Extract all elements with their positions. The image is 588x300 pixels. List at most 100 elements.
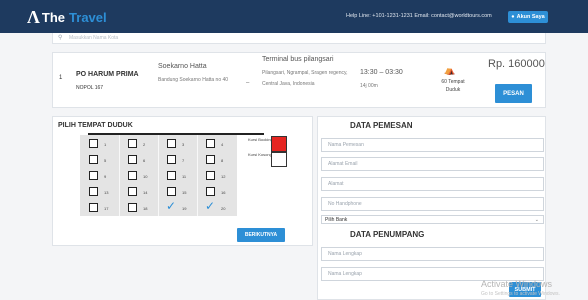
seat-number: 19 xyxy=(182,206,187,211)
seat-checkbox[interactable] xyxy=(89,139,98,148)
seat-20[interactable]: ✓ 20 xyxy=(205,199,231,217)
seat-number: 7 xyxy=(182,158,185,163)
contact-info: Help Line: +101-1231-1231 Email: contact… xyxy=(346,13,492,19)
orderer-name-field[interactable]: Nama Pemesan xyxy=(321,138,544,152)
bus-operator-name: PO HARUM PRIMA xyxy=(76,71,139,78)
legend-booked-label: Kursi Booking xyxy=(248,137,273,142)
passenger-name-field[interactable]: Nama Lengkap xyxy=(321,247,544,261)
seat-10[interactable]: 10 xyxy=(128,169,153,185)
seat-19[interactable]: ✓ 19 xyxy=(166,200,192,217)
seat-7[interactable]: 7 xyxy=(167,153,192,169)
seat-number: 9 xyxy=(104,174,107,179)
seat-1[interactable]: 1 xyxy=(89,137,114,153)
trip-index: 1 xyxy=(59,75,63,81)
seat-checkbox[interactable] xyxy=(89,171,98,180)
seat-4[interactable]: 4 xyxy=(206,137,231,153)
seat-13[interactable]: 13 xyxy=(89,185,114,201)
account-label: Akun Saya xyxy=(516,14,545,20)
address-placeholder: Alamat xyxy=(328,181,344,187)
seat-map: 1 2 3 4 5 6 7 8 9 10 11 12 13 14 15 16 17 18 ✓ 19 ✓ 20 xyxy=(80,135,237,216)
seat-checkbox[interactable] xyxy=(128,155,137,164)
activation-watermark-title: Activate Windows xyxy=(481,279,553,289)
seat-2[interactable]: 2 xyxy=(128,137,153,153)
seat-checkbox[interactable] xyxy=(89,155,98,164)
bank-select[interactable]: Pilih Bank ⌄ xyxy=(321,215,544,224)
route-separator: – xyxy=(246,80,250,86)
seat-number: 6 xyxy=(143,158,146,163)
phone-field[interactable]: No Handphone xyxy=(321,197,544,211)
seat-checkbox[interactable] xyxy=(167,139,176,148)
address-field[interactable]: Alamat xyxy=(321,177,544,191)
brand-prefix: The xyxy=(41,10,66,25)
book-button[interactable]: PESAN xyxy=(495,84,532,103)
seat-number: 20 xyxy=(221,206,226,211)
seat-selection-panel: PILIH TEMPAT DUDUK 1 2 3 4 5 6 7 8 9 10 11 12 13 14 15… xyxy=(52,116,313,246)
brand-logo[interactable]: Λ The Travel xyxy=(27,7,107,28)
top-navbar: Λ The Travel Help Line: +101-1231-1231 E… xyxy=(0,0,588,33)
seat-number: 1 xyxy=(104,142,107,147)
seat-checkbox[interactable] xyxy=(128,203,137,212)
seat-12[interactable]: 12 xyxy=(206,169,231,185)
seat-number: 17 xyxy=(104,206,109,211)
seat-checkbox[interactable] xyxy=(167,187,176,196)
account-button[interactable]: ● Akun Saya xyxy=(508,11,548,23)
seat-6[interactable]: 6 xyxy=(128,153,153,169)
seat-checkbox[interactable] xyxy=(89,187,98,196)
seat-number: 11 xyxy=(182,174,187,179)
seat-number: 4 xyxy=(221,142,224,147)
seat-number: 10 xyxy=(143,174,148,179)
search-bar[interactable]: ⚲ Masukkan Nama Kota xyxy=(52,33,546,44)
origin-name: Soekarno Hatta xyxy=(158,63,207,70)
seat-number: 5 xyxy=(104,158,107,163)
destination-name: Terminal bus pilangsari xyxy=(262,56,334,63)
column-divider xyxy=(197,135,198,216)
logo-mark-icon: Λ xyxy=(27,7,40,27)
trip-result-card: 1 PO HARUM PRIMA NOPOL 167 Soekarno Hatt… xyxy=(52,52,546,108)
seat-14[interactable]: 14 xyxy=(128,185,153,201)
seat-number: 2 xyxy=(143,142,146,147)
seat-8[interactable]: 8 xyxy=(206,153,231,169)
column-divider xyxy=(158,135,159,216)
seat-number: 3 xyxy=(182,142,185,147)
passenger-name-placeholder: Nama Lengkap xyxy=(328,251,362,257)
seat-checkbox[interactable] xyxy=(206,155,215,164)
search-placeholder: Masukkan Nama Kota xyxy=(69,35,119,41)
origin-address: Bandung Soekarno Hatta no 40 xyxy=(158,77,229,83)
legend-empty-swatch xyxy=(271,152,287,167)
seat-9[interactable]: 9 xyxy=(89,169,114,185)
seat-18[interactable]: 18 xyxy=(128,201,153,217)
orderer-section-title: DATA PEMESAN xyxy=(350,121,413,130)
seat-5[interactable]: 5 xyxy=(89,153,114,169)
seat-17[interactable]: 17 xyxy=(89,201,114,217)
search-icon: ⚲ xyxy=(58,35,63,41)
seat-checkbox[interactable] xyxy=(206,171,215,180)
seat-11[interactable]: 11 xyxy=(167,169,192,185)
seat-number: 8 xyxy=(221,158,224,163)
seat-checkbox[interactable] xyxy=(128,187,137,196)
seat-number: 13 xyxy=(104,190,109,195)
brand-name: Travel xyxy=(69,10,107,25)
seat-number: 12 xyxy=(221,174,226,179)
orderer-name-placeholder: Nama Pemesan xyxy=(328,142,364,148)
legend-booked-swatch xyxy=(271,136,287,152)
seat-number: 18 xyxy=(143,206,148,211)
seat-3[interactable]: 3 xyxy=(167,137,192,153)
seat-checkbox[interactable] xyxy=(167,171,176,180)
seat-checkbox[interactable] xyxy=(128,139,137,148)
activation-watermark-subtitle: Go to Settings to activate Windows. xyxy=(481,291,560,297)
column-divider xyxy=(119,135,120,216)
passenger-name-placeholder: Nama Lengkap xyxy=(328,271,362,277)
booking-form-panel: DATA PEMESAN Nama Pemesan Alamat Email A… xyxy=(317,116,546,300)
phone-placeholder: No Handphone xyxy=(328,201,362,207)
seat-number: 15 xyxy=(182,190,187,195)
seat-checkbox[interactable] xyxy=(206,187,215,196)
seat-capacity: 60 Tempat Duduk xyxy=(441,79,465,93)
seat-checkbox[interactable] xyxy=(89,203,98,212)
seat-checkbox[interactable] xyxy=(167,155,176,164)
next-button[interactable]: BERIKUTNYA xyxy=(237,228,285,242)
checkmark-icon: ✓ xyxy=(205,199,216,213)
seat-checkbox[interactable] xyxy=(206,139,215,148)
seat-icon: ⛺ xyxy=(444,65,456,75)
seat-checkbox[interactable] xyxy=(128,171,137,180)
email-field[interactable]: Alamat Email xyxy=(321,157,544,171)
